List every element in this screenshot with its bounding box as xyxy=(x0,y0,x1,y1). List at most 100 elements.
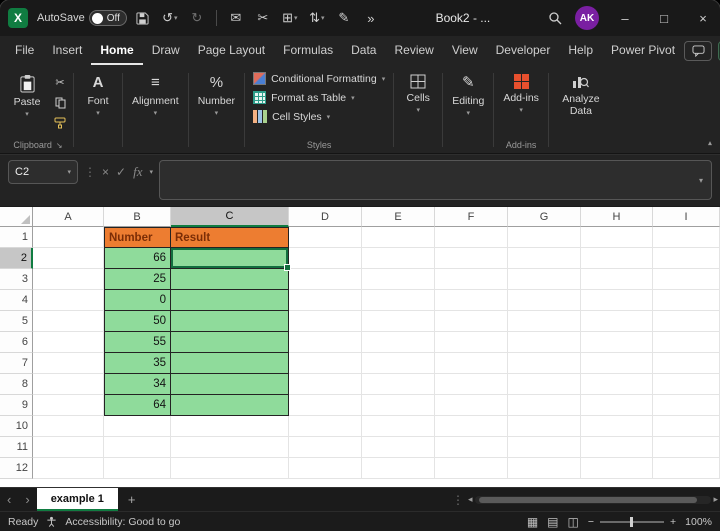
close-button[interactable]: × xyxy=(686,0,720,36)
zoom-slider-thumb[interactable] xyxy=(630,517,633,527)
cell-D12[interactable] xyxy=(289,458,362,479)
row-header-11[interactable]: 11 xyxy=(0,437,33,458)
cell-H3[interactable] xyxy=(581,269,653,290)
cell-A5[interactable] xyxy=(33,311,104,332)
cell-H1[interactable] xyxy=(581,227,653,248)
cell-C10[interactable] xyxy=(171,416,289,437)
copy-button[interactable] xyxy=(50,94,70,111)
cell-H11[interactable] xyxy=(581,437,653,458)
new-sheet-button[interactable]: + xyxy=(118,492,146,507)
column-header-D[interactable]: D xyxy=(289,207,362,227)
cell-B2[interactable]: 66 xyxy=(104,248,171,269)
column-header-H[interactable]: H xyxy=(581,207,653,227)
comments-button[interactable] xyxy=(684,41,712,61)
cell-A7[interactable] xyxy=(33,353,104,374)
page-break-view-button[interactable]: ◫ xyxy=(568,515,579,529)
page-layout-view-button[interactable]: ▤ xyxy=(547,515,558,529)
expand-formula-bar-icon[interactable]: ▾ xyxy=(699,176,703,185)
cell-C9[interactable] xyxy=(171,395,289,416)
cell-C5[interactable] xyxy=(171,311,289,332)
cell-D11[interactable] xyxy=(289,437,362,458)
cell-H5[interactable] xyxy=(581,311,653,332)
column-header-A[interactable]: A xyxy=(33,207,104,227)
cut-button[interactable]: ✂ xyxy=(252,6,274,30)
format-as-table-button[interactable]: Format as Table ▾ xyxy=(248,89,390,106)
cell-E12[interactable] xyxy=(362,458,435,479)
cell-B8[interactable]: 34 xyxy=(104,374,171,395)
cell-D5[interactable] xyxy=(289,311,362,332)
cell-G12[interactable] xyxy=(508,458,581,479)
cell-A2[interactable] xyxy=(33,248,104,269)
cell-I9[interactable] xyxy=(653,395,720,416)
cell-styles-button[interactable]: Cell Styles ▾ xyxy=(248,108,390,125)
autosave-switch[interactable]: Off xyxy=(89,10,127,26)
ribbon-tab-file[interactable]: File xyxy=(6,36,43,65)
zoom-in-button[interactable]: + xyxy=(670,516,676,528)
cell-C2[interactable] xyxy=(171,248,289,269)
cell-F2[interactable] xyxy=(435,248,508,269)
cell-I11[interactable] xyxy=(653,437,720,458)
cell-B6[interactable]: 55 xyxy=(104,332,171,353)
cell-D6[interactable] xyxy=(289,332,362,353)
undo-button[interactable]: ↺▾ xyxy=(159,6,181,30)
font-menu-button[interactable]: A Font ▾ xyxy=(77,70,119,120)
cell-E5[interactable] xyxy=(362,311,435,332)
cell-F9[interactable] xyxy=(435,395,508,416)
cell-F8[interactable] xyxy=(435,374,508,395)
row-header-9[interactable]: 9 xyxy=(0,395,33,416)
conditional-formatting-button[interactable]: Conditional Formatting ▾ xyxy=(248,70,390,87)
row-header-3[interactable]: 3 xyxy=(0,269,33,290)
ribbon-tab-developer[interactable]: Developer xyxy=(487,36,560,65)
insert-function-button[interactable]: fx xyxy=(133,164,142,180)
cell-E3[interactable] xyxy=(362,269,435,290)
alignment-menu-button[interactable]: ≡ Alignment ▾ xyxy=(126,70,185,120)
cell-E4[interactable] xyxy=(362,290,435,311)
ribbon-tab-page-layout[interactable]: Page Layout xyxy=(189,36,274,65)
editing-menu-button[interactable]: ✎ Editing ▾ xyxy=(446,70,490,120)
mail-button[interactable]: ✉ xyxy=(225,6,247,30)
cell-G3[interactable] xyxy=(508,269,581,290)
cell-E6[interactable] xyxy=(362,332,435,353)
autosave-toggle[interactable]: AutoSave Off xyxy=(37,10,127,26)
enter-button[interactable]: ✓ xyxy=(116,165,126,179)
cell-D10[interactable] xyxy=(289,416,362,437)
cells-menu-button[interactable]: Cells ▾ xyxy=(397,70,439,117)
cell-A8[interactable] xyxy=(33,374,104,395)
cell-I7[interactable] xyxy=(653,353,720,374)
row-header-4[interactable]: 4 xyxy=(0,290,33,311)
formula-bar-drag-handle[interactable]: ⋮ xyxy=(84,160,96,179)
collapse-ribbon-button[interactable]: ▾ xyxy=(708,139,712,148)
row-header-5[interactable]: 5 xyxy=(0,311,33,332)
cell-G7[interactable] xyxy=(508,353,581,374)
table-button[interactable]: ⊞▾ xyxy=(279,6,301,30)
horizontal-scrollbar[interactable]: ◂ ▸ xyxy=(468,495,718,504)
cell-B12[interactable] xyxy=(104,458,171,479)
column-header-C[interactable]: C xyxy=(171,207,289,227)
dialog-launcher-icon[interactable]: ↘ xyxy=(56,141,63,150)
row-header-2[interactable]: 2 xyxy=(0,248,33,269)
ribbon-tab-help[interactable]: Help xyxy=(559,36,602,65)
cell-H8[interactable] xyxy=(581,374,653,395)
scrollbar-thumb[interactable] xyxy=(479,497,697,503)
cell-D8[interactable] xyxy=(289,374,362,395)
ribbon-tab-insert[interactable]: Insert xyxy=(43,36,91,65)
cell-A11[interactable] xyxy=(33,437,104,458)
minimize-button[interactable]: – xyxy=(608,0,642,36)
cell-H4[interactable] xyxy=(581,290,653,311)
cell-B11[interactable] xyxy=(104,437,171,458)
accessibility-status[interactable]: Accessibility: Good to go xyxy=(65,516,180,528)
ribbon-tab-draw[interactable]: Draw xyxy=(143,36,189,65)
normal-view-button[interactable]: ▦ xyxy=(527,515,538,529)
cell-G9[interactable] xyxy=(508,395,581,416)
cell-F6[interactable] xyxy=(435,332,508,353)
excel-logo[interactable]: X xyxy=(8,8,28,28)
cell-C12[interactable] xyxy=(171,458,289,479)
row-header-6[interactable]: 6 xyxy=(0,332,33,353)
cell-B3[interactable]: 25 xyxy=(104,269,171,290)
cell-G8[interactable] xyxy=(508,374,581,395)
sheet-options-icon[interactable]: ⋮ xyxy=(452,493,464,507)
name-box[interactable]: C2 ▾ xyxy=(8,160,78,184)
ribbon-tab-review[interactable]: Review xyxy=(385,36,442,65)
cut-button[interactable]: ✂ xyxy=(50,74,70,91)
cell-E7[interactable] xyxy=(362,353,435,374)
